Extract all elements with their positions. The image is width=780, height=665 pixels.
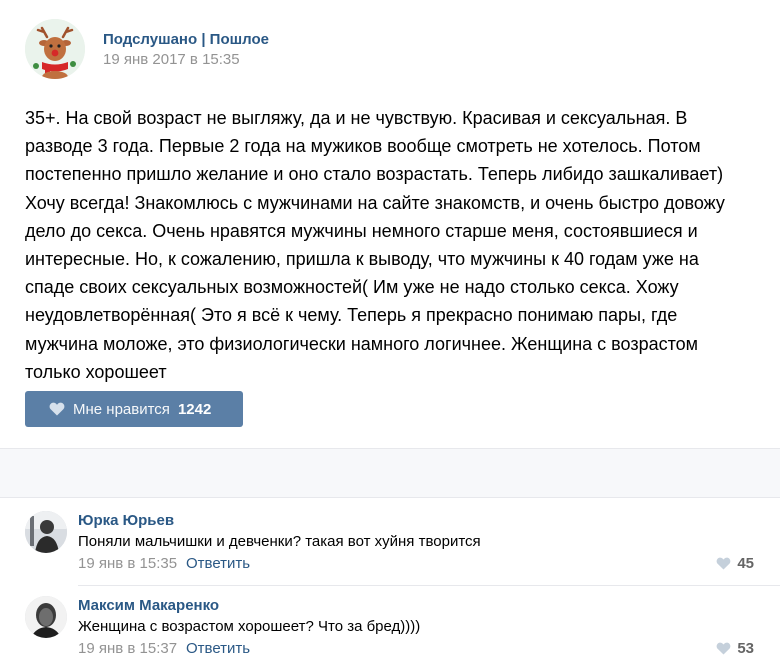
like-count: 1242 — [177, 400, 212, 418]
heart-icon — [716, 557, 731, 570]
comment-author[interactable]: Юрка Юрьев — [78, 512, 174, 529]
comment-like-button[interactable]: 53 — [716, 640, 754, 657]
like-button[interactable]: Мне нравится 1242 — [25, 391, 243, 427]
comment-like-count: 53 — [737, 640, 754, 657]
heart-icon — [716, 642, 731, 655]
divider — [78, 585, 780, 586]
comment-text: Женщина с возрастом хорошеет? Что за бре… — [78, 618, 421, 635]
comment-avatar[interactable] — [25, 596, 67, 638]
heart-icon — [49, 402, 65, 416]
comment-date[interactable]: 19 янв в 15:35 — [78, 555, 177, 572]
comment-text: Поняли мальчишки и девченки? такая вот х… — [78, 533, 481, 550]
divider — [0, 497, 780, 498]
reply-link[interactable]: Ответить — [186, 555, 250, 572]
like-label: Мне нравится — [73, 400, 170, 418]
comment-avatar[interactable] — [25, 511, 67, 553]
comments-separator — [0, 449, 780, 497]
user-photo-icon — [25, 596, 67, 638]
reply-link[interactable]: Ответить — [186, 640, 250, 657]
community-avatar[interactable] — [25, 19, 85, 79]
comment-like-count: 45 — [737, 555, 754, 572]
user-photo-icon — [25, 511, 67, 553]
post-text: 35+. На свой возраст не выгляжу, да и не… — [25, 108, 725, 382]
comment-author[interactable]: Максим Макаренко — [78, 597, 219, 614]
post-date[interactable]: 19 янв 2017 в 15:35 — [103, 51, 240, 68]
reindeer-icon — [25, 19, 85, 79]
comment-like-button[interactable]: 45 — [716, 555, 754, 572]
post-author[interactable]: Подслушано | Пошлое — [103, 31, 269, 48]
comment-date[interactable]: 19 янв в 15:37 — [78, 640, 177, 657]
